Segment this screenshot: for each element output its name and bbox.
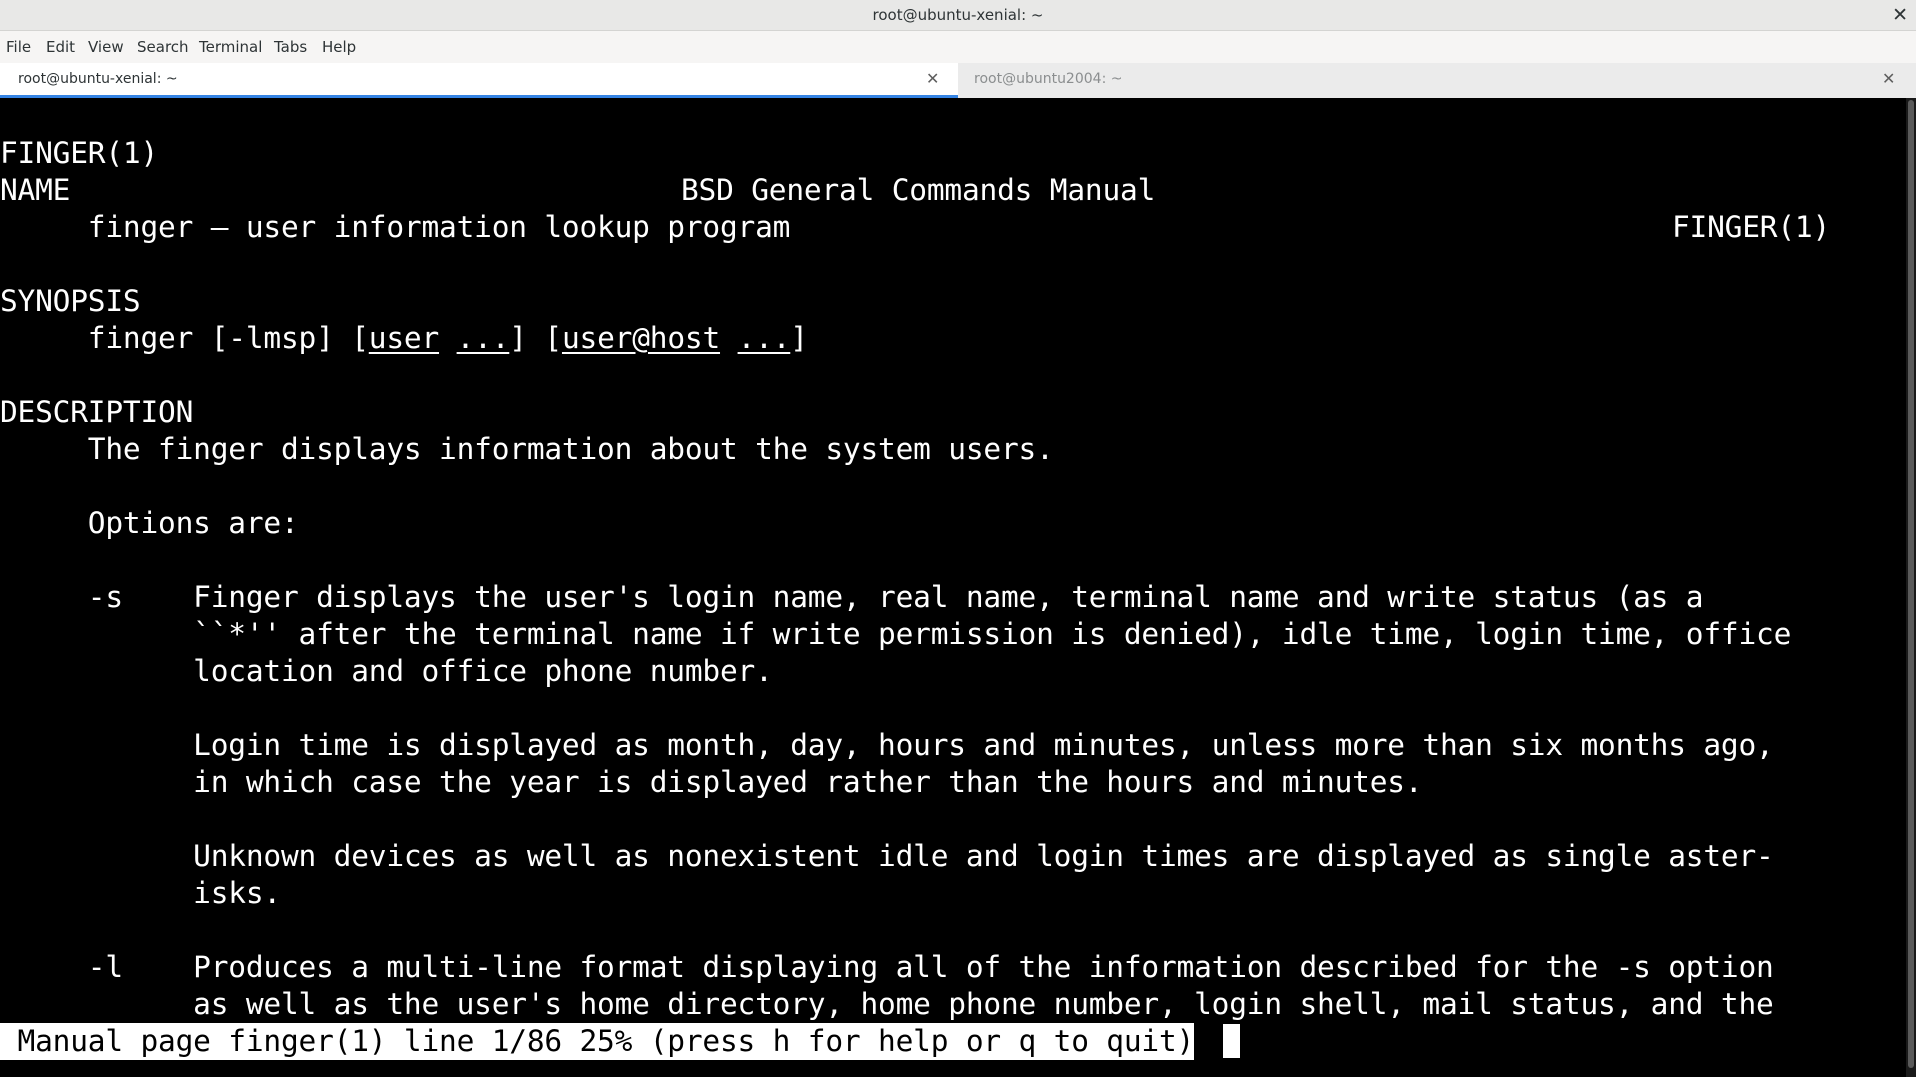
options-intro: Options are: (0, 506, 299, 540)
menu-terminal[interactable]: Terminal (199, 31, 262, 63)
synopsis-ellipsis: ... (737, 321, 791, 355)
synopsis-ellipsis: ... (456, 321, 510, 355)
window-titlebar: root@ubuntu-xenial: ~ ✕ (0, 0, 1916, 31)
scrollbar-thumb[interactable] (1908, 100, 1914, 1068)
synopsis-user-host: user@host (561, 321, 721, 355)
section-heading-name: NAME (0, 173, 71, 207)
unknown-devices-line: isks. (0, 876, 281, 910)
option-s-line: -s Finger displays the user's login name… (0, 580, 1704, 614)
section-heading-description: DESCRIPTION (0, 395, 194, 429)
tab-close-icon[interactable]: ✕ (1882, 63, 1895, 95)
tab-bar: root@ubuntu-xenial: ~ ✕ root@ubuntu2004:… (0, 63, 1916, 99)
terminal-scrollbar[interactable] (1906, 98, 1916, 1077)
option-l-line: as well as the user's home directory, ho… (0, 987, 1774, 1021)
pager-status-line: Manual page finger(1) line 1/86 25% (pre… (0, 1023, 1194, 1060)
man-header-right: FINGER(1) (1672, 210, 1831, 244)
option-l-line: -l Produces a multi-line format displayi… (0, 950, 1774, 984)
unknown-devices-line: Unknown devices as well as nonexistent i… (0, 839, 1774, 873)
menu-edit[interactable]: Edit (46, 31, 75, 63)
tab-label: root@ubuntu-xenial: ~ (18, 71, 178, 87)
menu-file[interactable]: File (6, 31, 31, 63)
login-time-line: Login time is displayed as month, day, h… (0, 728, 1774, 762)
description-text: The finger displays information about th… (0, 432, 1054, 466)
terminal-output[interactable]: FINGER(1) BSD General Commands Manual FI… (0, 98, 1906, 1077)
tab-ubuntu2004[interactable]: root@ubuntu2004: ~ ✕ (958, 63, 1916, 98)
synopsis-space (720, 321, 738, 355)
login-time-line: in which case the year is displayed rath… (0, 765, 1423, 799)
name-text: finger – user information lookup program (0, 210, 791, 244)
synopsis-mid: ] [ (509, 321, 562, 355)
terminal-cursor (1221, 1023, 1240, 1060)
tab-close-icon[interactable]: ✕ (926, 63, 939, 95)
menu-tabs[interactable]: Tabs (274, 31, 307, 63)
option-s-line: ``*'' after the terminal name if write p… (0, 617, 1792, 651)
synopsis-prefix: finger [-lmsp] [ (0, 321, 369, 355)
menu-help[interactable]: Help (322, 31, 356, 63)
section-heading-synopsis: SYNOPSIS (0, 284, 141, 318)
tab-label: root@ubuntu2004: ~ (974, 71, 1123, 87)
window-title: root@ubuntu-xenial: ~ (872, 6, 1044, 24)
menubar: File Edit View Search Terminal Tabs Help (0, 31, 1916, 63)
window-close-button[interactable]: ✕ (1892, 0, 1908, 30)
option-s-line: location and office phone number. (0, 654, 773, 688)
pager-status-text: Manual page finger(1) line 1/86 25% (pre… (0, 1024, 1195, 1058)
menu-view[interactable]: View (88, 31, 124, 63)
synopsis-end: ] (790, 321, 808, 355)
man-header-left: FINGER(1) (0, 136, 159, 170)
synopsis-user: user (368, 321, 440, 355)
tab-ubuntu-xenial[interactable]: root@ubuntu-xenial: ~ ✕ (0, 63, 958, 98)
man-header: FINGER(1) BSD General Commands Manual FI… (0, 98, 1830, 244)
synopsis-text: finger [-lmsp] [user ...] [user@host ...… (0, 320, 808, 357)
man-header-center: BSD General Commands Manual (681, 173, 1156, 207)
synopsis-space (439, 321, 457, 355)
menu-search[interactable]: Search (137, 31, 189, 63)
